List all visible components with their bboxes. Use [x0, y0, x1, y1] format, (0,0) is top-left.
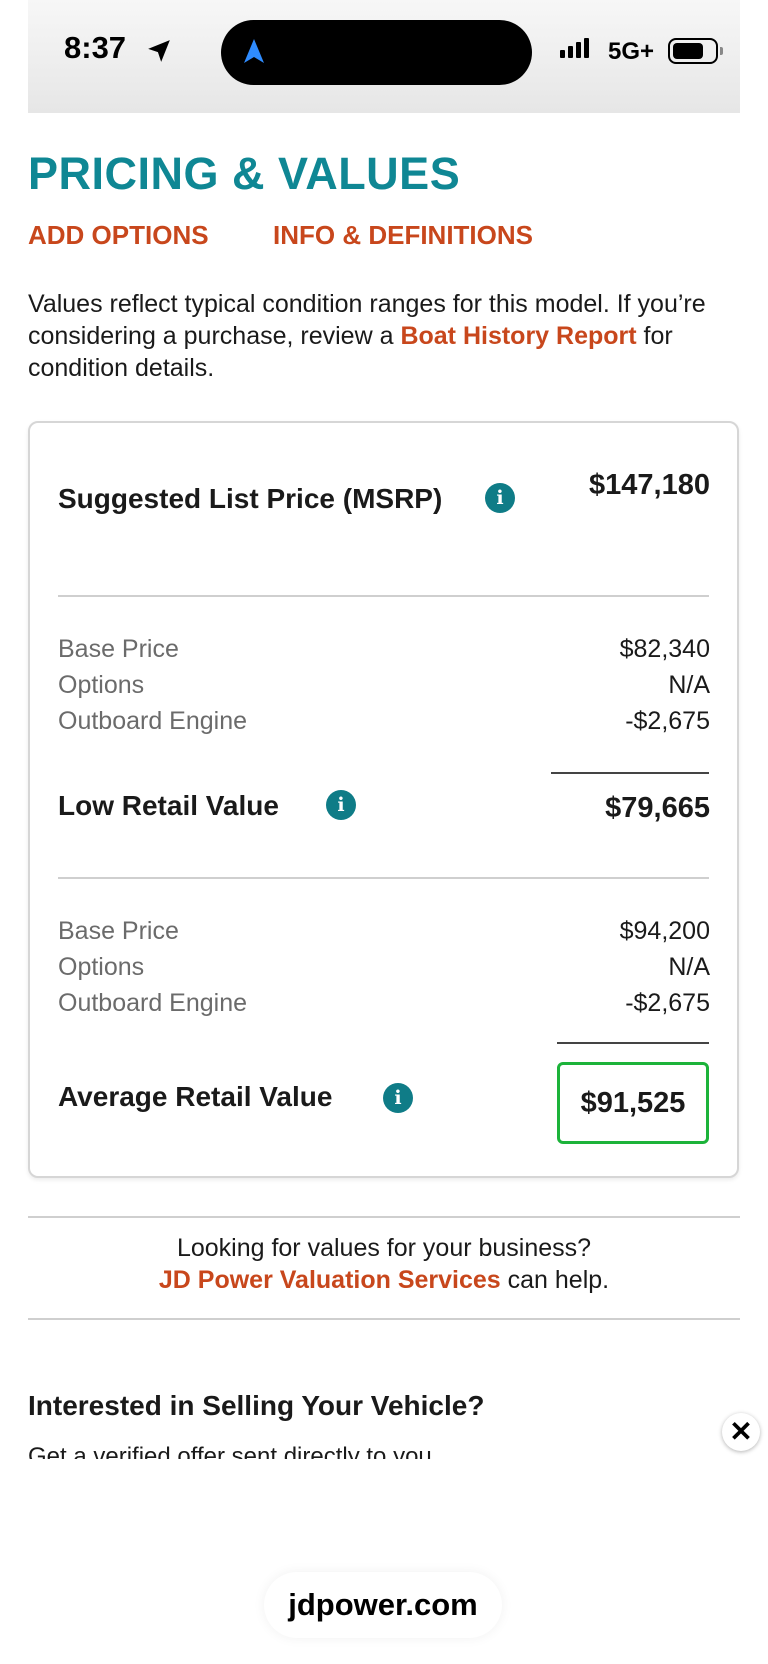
dynamic-island	[221, 20, 532, 85]
close-icon[interactable]: ✕	[722, 1413, 760, 1451]
average-retail-info-icon[interactable]: i	[383, 1083, 413, 1113]
avg-base-price-value: $94,200	[619, 917, 710, 945]
sum-line	[551, 772, 709, 774]
divider	[28, 1318, 740, 1320]
jd-power-valuation-services-link[interactable]: JD Power Valuation Services	[159, 1266, 501, 1294]
avg-outboard-engine-label: Outboard Engine	[58, 989, 248, 1017]
intro-text: Values reflect typical condition ranges …	[28, 288, 740, 384]
business-question: Looking for values for your business?	[176, 1234, 592, 1262]
browser-url-bar[interactable]: jdpower.com	[264, 1572, 502, 1638]
page-title: PRICING & VALUES	[28, 148, 461, 199]
msrp-label: Suggested List Price (MSRP)	[58, 483, 443, 514]
average-retail-value: $91,525	[580, 1087, 686, 1119]
low-base-price-value: $82,340	[619, 635, 710, 663]
avg-options-value: N/A	[668, 953, 710, 981]
avg-options-label: Options	[58, 953, 145, 981]
cellular-signal-icon	[560, 38, 589, 58]
status-time: 8:37	[64, 30, 127, 65]
add-options-link[interactable]: ADD OPTIONS	[28, 220, 209, 251]
info-definitions-link[interactable]: INFO & DEFINITIONS	[273, 220, 533, 251]
pricing-card: Suggested List Price (MSRP) i $147,180 B…	[28, 421, 739, 1178]
sell-vehicle-heading: Interested in Selling Your Vehicle?	[28, 1390, 485, 1421]
avg-base-price-label: Base Price	[58, 917, 179, 945]
low-retail-label: Low Retail Value	[58, 790, 279, 821]
sell-vehicle-subtitle: Get a verified offer sent directly to yo…	[28, 1445, 432, 1459]
battery-icon	[668, 38, 723, 64]
boat-history-report-link[interactable]: Boat History Report	[400, 322, 636, 350]
business-values-text: Looking for values for your business? JD…	[28, 1232, 740, 1296]
navigation-icon	[244, 39, 264, 63]
low-options-label: Options	[58, 671, 145, 699]
network-type: 5G+	[608, 38, 655, 65]
divider	[58, 595, 709, 597]
divider	[58, 877, 709, 879]
low-options-value: N/A	[668, 671, 710, 699]
avg-outboard-engine-value: -$2,675	[625, 989, 710, 1017]
msrp-value: $147,180	[589, 469, 710, 501]
low-outboard-engine-label: Outboard Engine	[58, 707, 248, 735]
low-outboard-engine-value: -$2,675	[625, 707, 710, 735]
business-help-line: JD Power Valuation Services can help.	[28, 1264, 740, 1296]
average-retail-label: Average Retail Value	[58, 1081, 333, 1112]
location-arrow-icon	[148, 40, 170, 62]
sum-line	[557, 1042, 709, 1044]
business-help-suffix: can help.	[500, 1266, 610, 1294]
msrp-info-icon[interactable]: i	[485, 483, 515, 513]
status-bar: 8:37 5G+	[28, 0, 740, 113]
divider	[28, 1216, 740, 1218]
average-retail-highlight: $91,525	[557, 1062, 709, 1144]
low-base-price-label: Base Price	[58, 635, 179, 663]
low-retail-info-icon[interactable]: i	[326, 790, 356, 820]
low-retail-value: $79,665	[605, 792, 710, 824]
